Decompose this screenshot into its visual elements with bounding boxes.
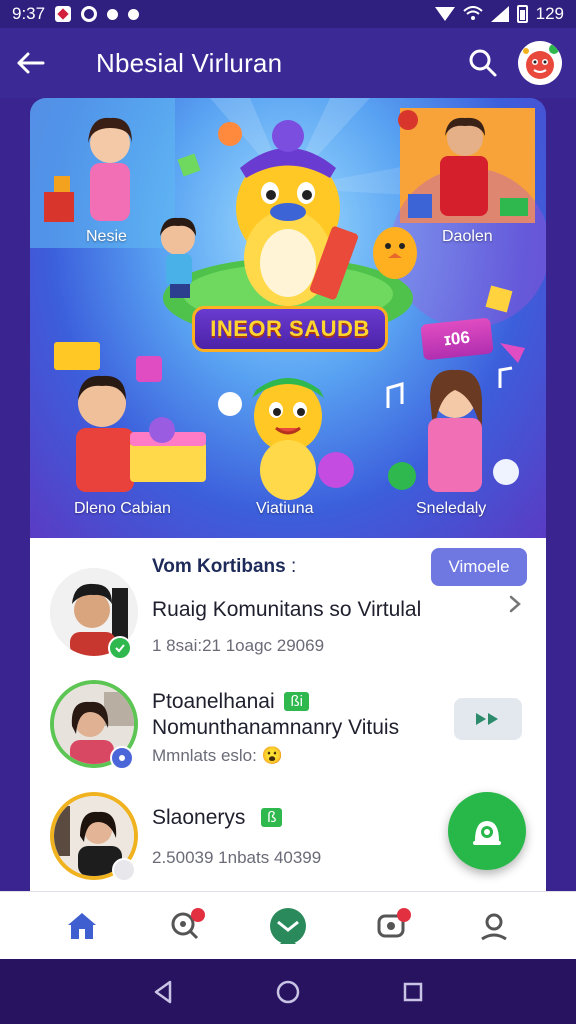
hero-caption-bottom-right: Sneledaly [416,500,487,517]
notification-dot-icon [107,8,119,20]
system-recents-button[interactable] [383,962,443,1022]
hero-caption-top-left: Nesie [86,228,127,245]
app-bar: Nbesial Virluran [0,28,576,98]
chevron-right-button[interactable] [508,594,522,619]
signal-triangle-icon [434,7,455,21]
page-title: Nbesial Virluran [96,47,283,78]
item-subtitle: 1 8sai:21 1oagc 29069 [152,636,325,655]
avatar-illustration-icon [518,41,562,85]
hero-caption-bottom-left: Dleno Cabian [74,500,171,517]
item-title-row: Slaonerys ß [152,806,283,830]
hero-caption-top-right: Daolen [442,228,493,245]
item-title-line2: Nomunthanamnanry Vituis [152,716,400,739]
play-forward-button[interactable] [454,698,522,740]
hero-caption-bottom-center: Viatiuna [256,500,314,517]
nav-home[interactable] [52,896,112,956]
status-badge [110,746,134,770]
notification-dot-icon-2 [128,8,140,20]
nav-profile[interactable] [464,896,524,956]
dot-icon [119,755,125,761]
cell-signal-icon [490,6,509,22]
search-icon [469,49,497,77]
hero-title-plate: INEOR SAUDB [192,306,388,352]
notification-badge [190,907,205,922]
arrow-left-icon [17,52,45,74]
search-button[interactable] [458,28,508,98]
item-subtitle: 2.50039 1nbats 40399 [152,848,322,867]
status-badge [112,858,136,882]
square-recents-icon [404,982,423,1001]
notification-app-icon [55,6,72,22]
bottom-navigation [0,891,576,959]
chat-fab-button[interactable] [448,792,526,870]
fast-forward-icon [476,713,498,725]
nav-center[interactable] [258,896,318,956]
shield-check-icon [269,907,306,944]
item-subtitle: Mmnlats eslo: [152,746,257,765]
item-title: Ruaig Komunitans so Virtulal [152,598,422,621]
status-bar: 9:37 129 [0,0,576,28]
nav-search[interactable] [155,896,215,956]
system-home-button[interactable] [258,962,318,1022]
emoji-icon: 😮 [261,746,283,765]
profile-avatar[interactable] [518,41,562,85]
hero-banner[interactable]: INEOR SAUDB ɪ06 Nesie Daolen Dleno Cabia… [30,98,546,538]
item-tag: ß [261,808,283,827]
circle-home-icon [276,980,300,1003]
item-title-text: Ptoanelhanai [152,690,275,713]
item-title: Slaonerys [152,806,246,829]
nav-messages[interactable] [361,896,421,956]
hero-badge: ɪ06 [420,317,494,361]
status-time: 9:37 [12,4,46,23]
list-item-1[interactable]: Ruaig Komunitans so Virtulal 1 8sai:21 1… [30,538,546,668]
chat-bot-icon [473,821,501,845]
notification-badge [397,907,412,922]
battery-icon [516,5,528,23]
system-back-button[interactable] [133,962,193,1022]
item-subtitle-row: Mmnlats eslo: 😮 [152,746,283,766]
item-tag: ßi [284,692,309,711]
online-badge [108,636,132,660]
profile-icon [481,913,508,940]
check-icon [115,644,125,653]
back-button[interactable] [0,28,60,98]
chevron-right-icon [509,595,521,613]
home-icon [67,912,96,939]
item-title-line1: Ptoanelhanai ßi [152,690,309,714]
triangle-back-icon [154,980,171,1003]
battery-level: 129 [535,4,564,23]
system-navigation [0,959,576,1024]
wifi-icon [462,6,483,20]
notification-ring-icon [81,6,98,22]
